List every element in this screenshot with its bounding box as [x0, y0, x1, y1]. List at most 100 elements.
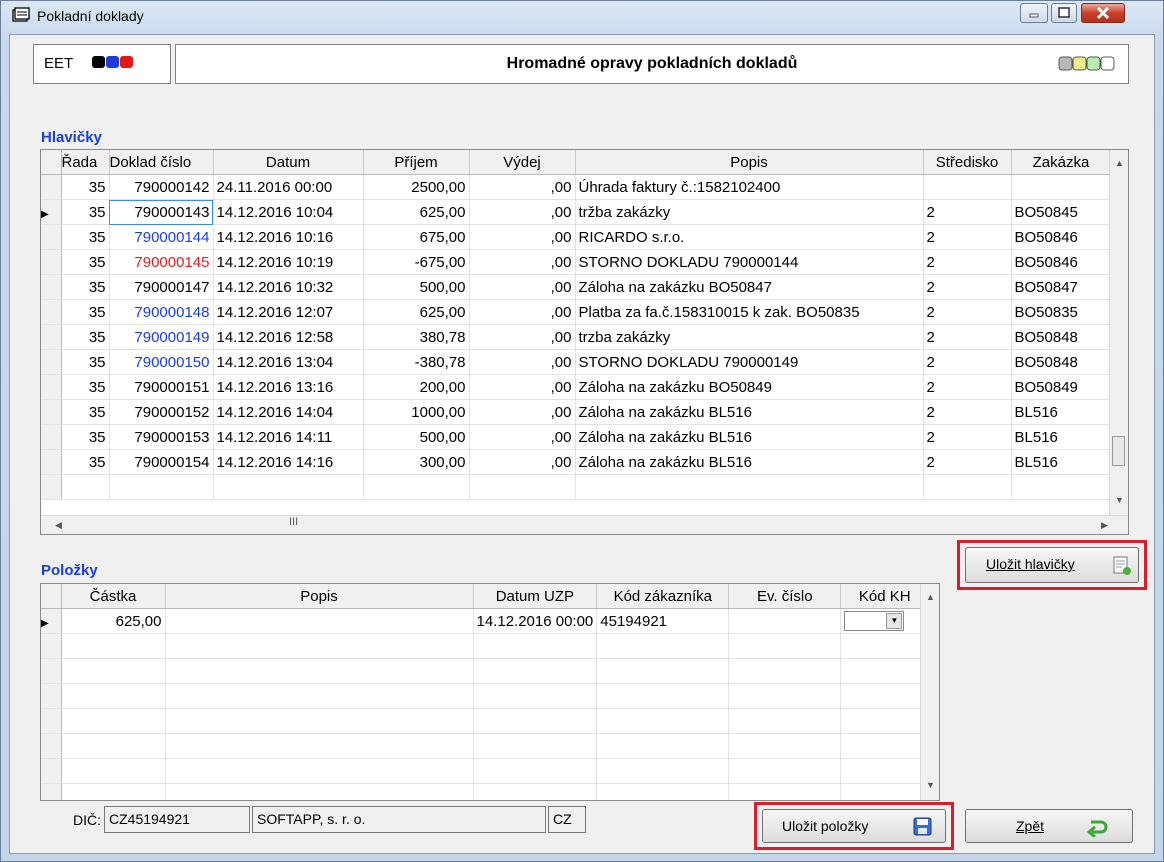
table-row[interactable]: 35 790000150 14.12.2016 13:04 -380,78,00 STO…	[41, 349, 1112, 375]
cell-empty[interactable]	[596, 683, 730, 709]
table-row[interactable]: ▶ 625,00 14.12.2016 00:00 45194921 ▼	[41, 608, 930, 634]
column-header[interactable]: Částka	[61, 584, 166, 609]
cell-rada[interactable]: 35	[61, 349, 110, 375]
cell-empty[interactable]	[165, 658, 474, 684]
row-indicator[interactable]	[41, 349, 62, 375]
table-row[interactable]: 35 790000154 14.12.2016 14:16 300,00,00 Zálo…	[41, 449, 1112, 475]
cell-datum[interactable]: 14.12.2016 14:04	[213, 399, 364, 425]
cell-doklad[interactable]: 790000148	[109, 299, 214, 325]
cell-empty[interactable]	[596, 658, 730, 684]
cell-empty[interactable]	[165, 758, 474, 784]
cell-stredisko[interactable]: 2	[923, 274, 1012, 300]
cell-ev[interactable]	[728, 608, 842, 634]
cell-doklad[interactable]: 790000149	[109, 324, 214, 350]
row-indicator[interactable]	[41, 424, 62, 450]
cell-empty[interactable]	[61, 474, 110, 500]
cell-datum[interactable]: 14.12.2016 14:11	[213, 424, 364, 450]
cell-popis[interactable]: Záloha na zakázku BL516	[575, 399, 924, 425]
cell-zakazka[interactable]: BO50848	[1011, 324, 1112, 350]
cell-doklad[interactable]: 790000151	[109, 374, 214, 400]
cell-datum[interactable]: 14.12.2016 12:07	[213, 299, 364, 325]
cell-zakazka[interactable]: BO50846	[1011, 224, 1112, 250]
table-row[interactable]	[41, 758, 930, 784]
scroll-down-icon[interactable]: ▼	[926, 780, 935, 790]
cell-rada[interactable]: 35	[61, 224, 110, 250]
cell-vydej[interactable]: ,00	[469, 424, 576, 450]
row-indicator[interactable]	[41, 324, 62, 350]
cell-rada[interactable]: 35	[61, 324, 110, 350]
cell-empty[interactable]	[840, 783, 930, 800]
cell-stredisko[interactable]: 2	[923, 199, 1012, 225]
row-indicator[interactable]	[41, 474, 62, 500]
hlavicky-horizontal-scrollbar[interactable]: ◀ III ▶	[41, 515, 1128, 534]
cell-empty[interactable]	[596, 733, 730, 759]
row-indicator[interactable]	[41, 224, 62, 250]
scroll-up-icon[interactable]: ▲	[1115, 158, 1124, 168]
cell-doklad[interactable]: 790000143	[109, 199, 214, 225]
cell-datum[interactable]: 14.12.2016 13:16	[213, 374, 364, 400]
cell-empty[interactable]	[61, 633, 166, 659]
cell-vydej[interactable]: ,00	[469, 299, 576, 325]
column-header[interactable]: Doklad číslo	[109, 150, 214, 175]
cell-empty[interactable]	[61, 733, 166, 759]
cell-zakazka[interactable]: BO50846	[1011, 249, 1112, 275]
kod-kh-dropdown[interactable]: ▼	[844, 611, 905, 631]
cell-rada[interactable]: 35	[61, 374, 110, 400]
save-items-button[interactable]: Uložit položky	[762, 809, 946, 843]
cell-empty[interactable]	[363, 474, 470, 500]
cell-zakazka[interactable]: BO50848	[1011, 349, 1112, 375]
column-header[interactable]: Kód KH	[840, 584, 930, 609]
cell-zakazka[interactable]	[1011, 174, 1112, 200]
cell-popis[interactable]: STORNO DOKLADU 790000149	[575, 349, 924, 375]
cell-popis[interactable]: Platba za fa.č.158310015 k zak. BO50835	[575, 299, 924, 325]
cell-empty[interactable]	[728, 683, 842, 709]
cell-prijem[interactable]: 675,00	[363, 224, 470, 250]
cell-zakazka[interactable]: BO50845	[1011, 199, 1112, 225]
maximize-button[interactable]	[1051, 3, 1077, 23]
column-header[interactable]: Řada	[61, 150, 110, 175]
cell-zakazka[interactable]: BO50835	[1011, 299, 1112, 325]
cell-empty[interactable]	[728, 733, 842, 759]
cell-prijem[interactable]: 300,00	[363, 449, 470, 475]
table-row[interactable]: 35 790000151 14.12.2016 13:16 200,00,00 Zálo…	[41, 374, 1112, 400]
cell-empty[interactable]	[469, 474, 576, 500]
cell-empty[interactable]	[840, 758, 930, 784]
cell-zakazka[interactable]: BL516	[1011, 449, 1112, 475]
cell-prijem[interactable]: 200,00	[363, 374, 470, 400]
cell-popis[interactable]: Úhrada faktury č.:1582102400	[575, 174, 924, 200]
cell-empty[interactable]	[213, 474, 364, 500]
cell-prijem[interactable]: 1000,00	[363, 399, 470, 425]
scroll-down-icon[interactable]: ▼	[1115, 495, 1124, 505]
polozky-vertical-scrollbar[interactable]: ▲ ▼	[920, 584, 939, 800]
cell-stredisko[interactable]: 2	[923, 224, 1012, 250]
cell-popis[interactable]	[165, 608, 474, 634]
cell-prijem[interactable]: -675,00	[363, 249, 470, 275]
scroll-left-icon[interactable]: ◀	[55, 520, 62, 530]
cell-empty[interactable]	[165, 683, 474, 709]
row-indicator[interactable]	[41, 374, 62, 400]
cell-vydej[interactable]: ,00	[469, 449, 576, 475]
cell-doklad[interactable]: 790000144	[109, 224, 214, 250]
cell-zakazka[interactable]: BO50847	[1011, 274, 1112, 300]
cell-zakazka[interactable]: BL516	[1011, 424, 1112, 450]
cell-vydej[interactable]: ,00	[469, 224, 576, 250]
column-header[interactable]: Středisko	[923, 150, 1012, 175]
cell-prijem[interactable]: 625,00	[363, 199, 470, 225]
cell-vydej[interactable]: ,00	[469, 399, 576, 425]
cell-doklad[interactable]: 790000153	[109, 424, 214, 450]
hlavicky-vertical-scrollbar[interactable]: ▲ ▼	[1109, 150, 1128, 518]
cell-empty[interactable]	[728, 658, 842, 684]
cell-empty[interactable]	[473, 683, 598, 709]
row-indicator[interactable]	[41, 633, 62, 659]
table-row[interactable]	[41, 783, 930, 800]
cell-vydej[interactable]: ,00	[469, 374, 576, 400]
cell-rada[interactable]: 35	[61, 449, 110, 475]
column-header[interactable]: Kód zákazníka	[596, 584, 730, 609]
cell-datum[interactable]: 14.12.2016 10:04	[213, 199, 364, 225]
minimize-button[interactable]	[1020, 3, 1048, 23]
cell-empty[interactable]	[840, 683, 930, 709]
cell-datum[interactable]: 14.12.2016 14:16	[213, 449, 364, 475]
scroll-thumb[interactable]	[1112, 436, 1125, 466]
table-row[interactable]	[41, 733, 930, 759]
cell-vydej[interactable]: ,00	[469, 174, 576, 200]
